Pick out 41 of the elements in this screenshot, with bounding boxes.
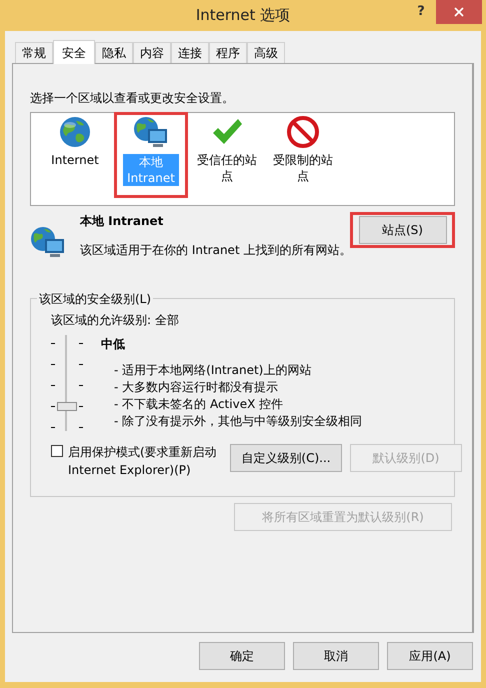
level-description: - 除了没有提示外，其他与中等级别安全级相同 [114, 413, 362, 430]
help-button[interactable]: ? [406, 0, 436, 24]
dialog-button[interactable]: 确定 [199, 642, 285, 670]
sites-button[interactable]: 站点(S) [358, 216, 446, 244]
tab[interactable]: 连接 [171, 42, 209, 63]
close-icon [452, 5, 466, 19]
globe-monitor-icon [30, 226, 66, 260]
security-slider[interactable] [51, 335, 85, 431]
zone-label: 本地 Intranet [123, 154, 179, 186]
zone-label: Internet [50, 152, 100, 168]
tab[interactable]: 高级 [247, 42, 285, 63]
level-button[interactable]: 自定义级别(C)... [230, 444, 342, 472]
tab[interactable]: 程序 [209, 42, 247, 63]
tab[interactable]: 隐私 [95, 42, 133, 63]
zone-item[interactable]: 受限制的站点 [269, 115, 337, 195]
level-description: - 大多数内容运行时都没有提示 [114, 379, 280, 396]
level-description: - 不下载未签名的 ActiveX 控件 [114, 396, 284, 413]
no-entry-icon [287, 116, 319, 148]
zone-description: 该区域适用于在你的 Intranet 上找到的所有网站。 [80, 242, 350, 259]
zone-title: 本地 Intranet [80, 213, 164, 230]
close-button[interactable] [436, 0, 482, 24]
checkbox-label: 启用保护模式(要求重新启动 Internet Explorer)(P) [68, 444, 218, 479]
zone-label: 受限制的站点 [272, 152, 334, 184]
group-legend: 该区域的安全级别(L) [37, 291, 154, 307]
zone-prompt: 选择一个区域以查看或更改安全设置。 [30, 90, 235, 107]
window-title: Internet 选项 [196, 5, 290, 26]
level-name: 中低 [101, 336, 126, 353]
zone-item[interactable]: Internet [41, 115, 109, 195]
checkbox[interactable] [51, 445, 63, 457]
zone-label: 受信任的站点 [196, 152, 258, 184]
tab[interactable]: 常规 [15, 42, 53, 63]
dialog-button[interactable]: 取消 [293, 642, 379, 670]
allowed-level: 该区域的允许级别: 全部 [51, 312, 180, 329]
slider-thumb[interactable] [57, 402, 77, 411]
level-description: - 适用于本地网络(Intranet)上的网站 [114, 362, 312, 379]
dialog-button[interactable]: 应用(A) [387, 642, 473, 670]
zone-item[interactable]: 受信任的站点 [193, 115, 261, 195]
globe-monitor-icon [133, 116, 169, 150]
globe-icon [59, 116, 91, 148]
tab[interactable]: 安全 [53, 40, 95, 64]
tab[interactable]: 内容 [133, 42, 171, 63]
